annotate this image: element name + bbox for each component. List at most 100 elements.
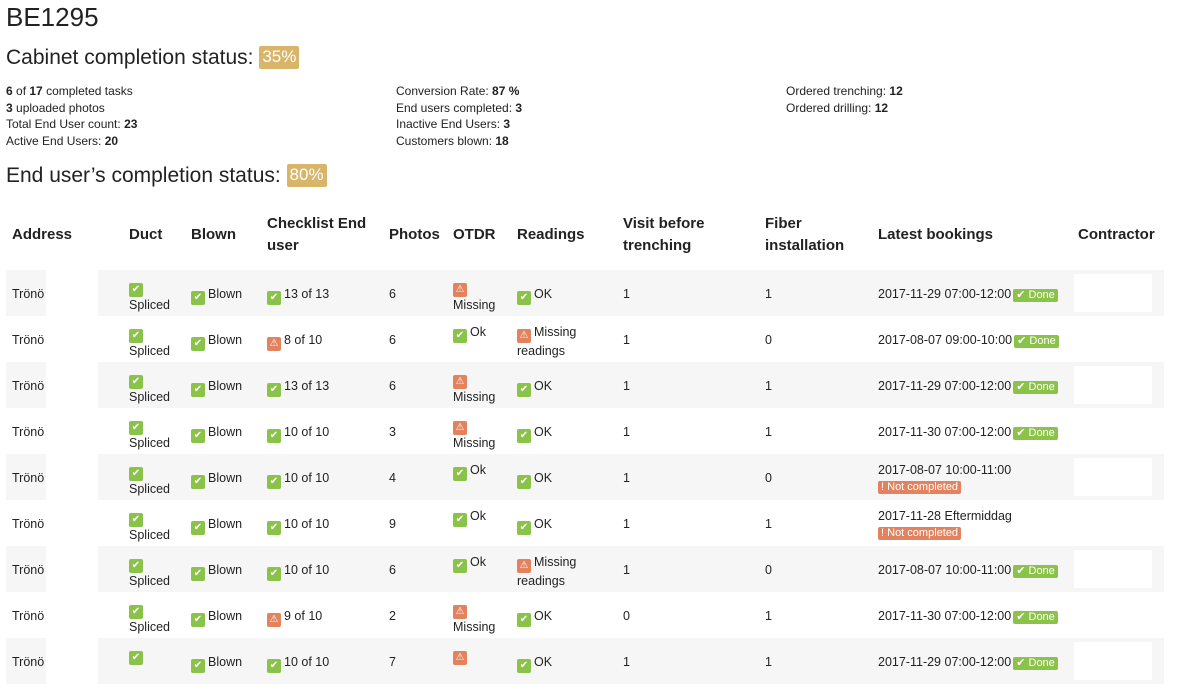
col-fiber-installation[interactable]: Fiber installation xyxy=(765,213,855,257)
redacted-address xyxy=(46,362,98,408)
cabinet-heading-label: Cabinet completion status: xyxy=(6,46,254,69)
address-cell: Trönö xyxy=(12,287,45,301)
readings-cell: ✔ OK xyxy=(517,424,597,443)
blown-cell: ✔ Blown xyxy=(191,608,242,627)
check-icon: ✔ xyxy=(267,521,281,535)
fiber-cell: 1 xyxy=(765,425,772,439)
fiber-cell: 0 xyxy=(765,563,772,577)
address-cell: Trönö xyxy=(12,333,45,347)
col-checklist[interactable]: Checklist End user xyxy=(267,213,377,257)
check-icon: ✔ xyxy=(453,559,467,573)
conversion-rate: Conversion Rate: 87 % xyxy=(396,84,520,98)
col-photos[interactable]: Photos xyxy=(389,224,440,246)
check-icon: ✔ xyxy=(453,467,467,481)
ordered-trenching: Ordered trenching: 12 xyxy=(786,84,903,98)
address-cell: Trönö xyxy=(12,471,45,485)
col-blown[interactable]: Blown xyxy=(191,224,236,246)
table-row[interactable]: Trönö ✔ Spliced ✔ Blown ✔ 10 of 10 4 ✔ Ok ✔ OK 1 0 201… xyxy=(6,454,1164,500)
checklist-cell: ✔ 10 of 10 xyxy=(267,424,329,443)
cabinet-heading: Cabinet completion status: 35% xyxy=(6,46,300,70)
check-icon: ✔ xyxy=(267,291,281,305)
photos-cell: 2 xyxy=(389,609,396,623)
col-duct[interactable]: Duct xyxy=(129,224,162,246)
fiber-cell: 1 xyxy=(765,287,772,301)
photos-cell: 3 xyxy=(389,425,396,439)
check-icon: ✔ xyxy=(517,429,531,443)
otdr-cell: ⚠ xyxy=(453,646,470,665)
table-row[interactable]: Trönö ✔ ✔ Blown ✔ 10 of 10 7 ⚠ ✔ OK 1 1 2017-11-29 0… xyxy=(6,638,1164,684)
done-badge: ✔ Done xyxy=(1013,611,1058,624)
readings-cell: ⚠ Missing readings xyxy=(517,555,577,588)
check-icon: ✔ xyxy=(191,383,205,397)
visit-cell: 1 xyxy=(623,287,630,301)
visit-cell: 1 xyxy=(623,563,630,577)
active-end-users: Active End Users: 20 xyxy=(6,133,119,148)
table-row[interactable]: Trönö ✔ Spliced ✔ Blown ✔ 10 of 10 3 ⚠ Missing ✔ OK… xyxy=(6,408,1164,454)
blown-cell: ✔ Blown xyxy=(191,470,242,489)
visit-cell: 1 xyxy=(623,471,630,485)
otdr-cell: ⚠ Missing xyxy=(453,421,496,450)
otdr-cell: ✔ Ok xyxy=(453,324,486,343)
done-badge: ✔ Done xyxy=(1013,565,1058,578)
col-contractor[interactable]: Contractor xyxy=(1078,224,1155,246)
checklist-cell: ✔ 13 of 13 xyxy=(267,378,329,397)
duct-cell: ✔ Spliced xyxy=(129,467,170,496)
fiber-cell: 1 xyxy=(765,609,772,623)
done-badge: ✔ Done xyxy=(1013,657,1058,670)
check-icon: ✔ xyxy=(517,475,531,489)
check-icon: ✔ xyxy=(129,513,143,527)
visit-cell: 1 xyxy=(623,425,630,439)
site-id-title: BE1295 xyxy=(6,2,99,32)
redacted-address xyxy=(46,500,98,546)
check-icon: ✔ xyxy=(129,467,143,481)
check-icon: ✔ xyxy=(191,475,205,489)
redacted-contractor xyxy=(1074,550,1152,588)
photos-cell: 6 xyxy=(389,379,396,393)
table-row[interactable]: Trönö ✔ Spliced ✔ Blown ⚠ 8 of 10 6 ✔ Ok ⚠ Missing … xyxy=(6,316,1164,362)
check-icon: ✔ xyxy=(191,613,205,627)
blown-cell: ✔ Blown xyxy=(191,332,242,351)
blown-cell: ✔ Blown xyxy=(191,562,242,581)
redacted-address xyxy=(46,592,98,638)
table-row[interactable]: Trönö ✔ Spliced ✔ Blown ✔ 10 of 10 9 ✔ Ok ✔ OK 1 1 201… xyxy=(6,500,1164,546)
duct-cell: ✔ Spliced xyxy=(129,283,170,312)
readings-cell: ✔ OK xyxy=(517,516,597,535)
end-user-percent-badge: 80% xyxy=(286,164,327,187)
visit-cell: 1 xyxy=(623,517,630,531)
col-otdr[interactable]: OTDR xyxy=(453,224,496,246)
blown-cell: ✔ Blown xyxy=(191,516,242,535)
table-header: Address Duct Blown Checklist End user Ph… xyxy=(6,208,1164,271)
uploaded-photos: 3 uploaded photos xyxy=(6,100,105,115)
end-users-completed: End users completed: 3 xyxy=(396,100,523,115)
check-icon: ✔ xyxy=(129,375,143,389)
table-row[interactable]: Trönö ✔ Spliced ✔ Blown ⚠ 9 of 10 2 ⚠ Missing ✔ OK 0… xyxy=(6,592,1164,638)
check-icon: ✔ xyxy=(191,521,205,535)
readings-cell: ✔ OK xyxy=(517,654,597,673)
redacted-address xyxy=(46,454,98,500)
check-icon: ✔ xyxy=(517,383,531,397)
check-icon: ✔ xyxy=(191,567,205,581)
check-icon: ✔ xyxy=(129,421,143,435)
col-address[interactable]: Address xyxy=(12,224,72,246)
fiber-cell: 0 xyxy=(765,471,772,485)
not-completed-badge: ! Not completed xyxy=(878,527,962,540)
table-row[interactable]: Trönö ✔ Spliced ✔ Blown ✔ 13 of 13 6 ⚠ Missing ✔ OK… xyxy=(6,362,1164,408)
table-row[interactable]: Trönö ✔ Spliced ✔ Blown ✔ 13 of 13 6 ⚠ Missing ✔ OK… xyxy=(6,270,1164,316)
blown-cell: ✔ Blown xyxy=(191,286,242,305)
redacted-contractor xyxy=(1074,458,1152,496)
total-end-user-count: Total End User count: 23 xyxy=(6,117,138,131)
duct-cell: ✔ Spliced xyxy=(129,375,170,404)
warning-icon: ⚠ xyxy=(453,421,467,435)
readings-cell: ✔ OK xyxy=(517,286,597,305)
col-readings[interactable]: Readings xyxy=(517,224,585,246)
warning-icon: ⚠ xyxy=(517,559,531,573)
check-icon: ✔ xyxy=(129,329,143,343)
table-row[interactable]: Trönö ✔ Spliced ✔ Blown ✔ 10 of 10 6 ✔ Ok ⚠ Missing… xyxy=(6,546,1164,592)
duct-cell: ✔ Spliced xyxy=(129,605,170,634)
booking-cell: 2017-08-07 10:00-11:00 ✔ Done xyxy=(878,562,1058,578)
checklist-cell: ⚠ 8 of 10 xyxy=(267,332,322,351)
col-latest-bookings[interactable]: Latest bookings xyxy=(878,224,993,246)
redacted-contractor xyxy=(1074,320,1152,358)
col-visit-before-trenching[interactable]: Visit before trenching xyxy=(623,213,733,257)
redacted-contractor xyxy=(1074,412,1152,450)
